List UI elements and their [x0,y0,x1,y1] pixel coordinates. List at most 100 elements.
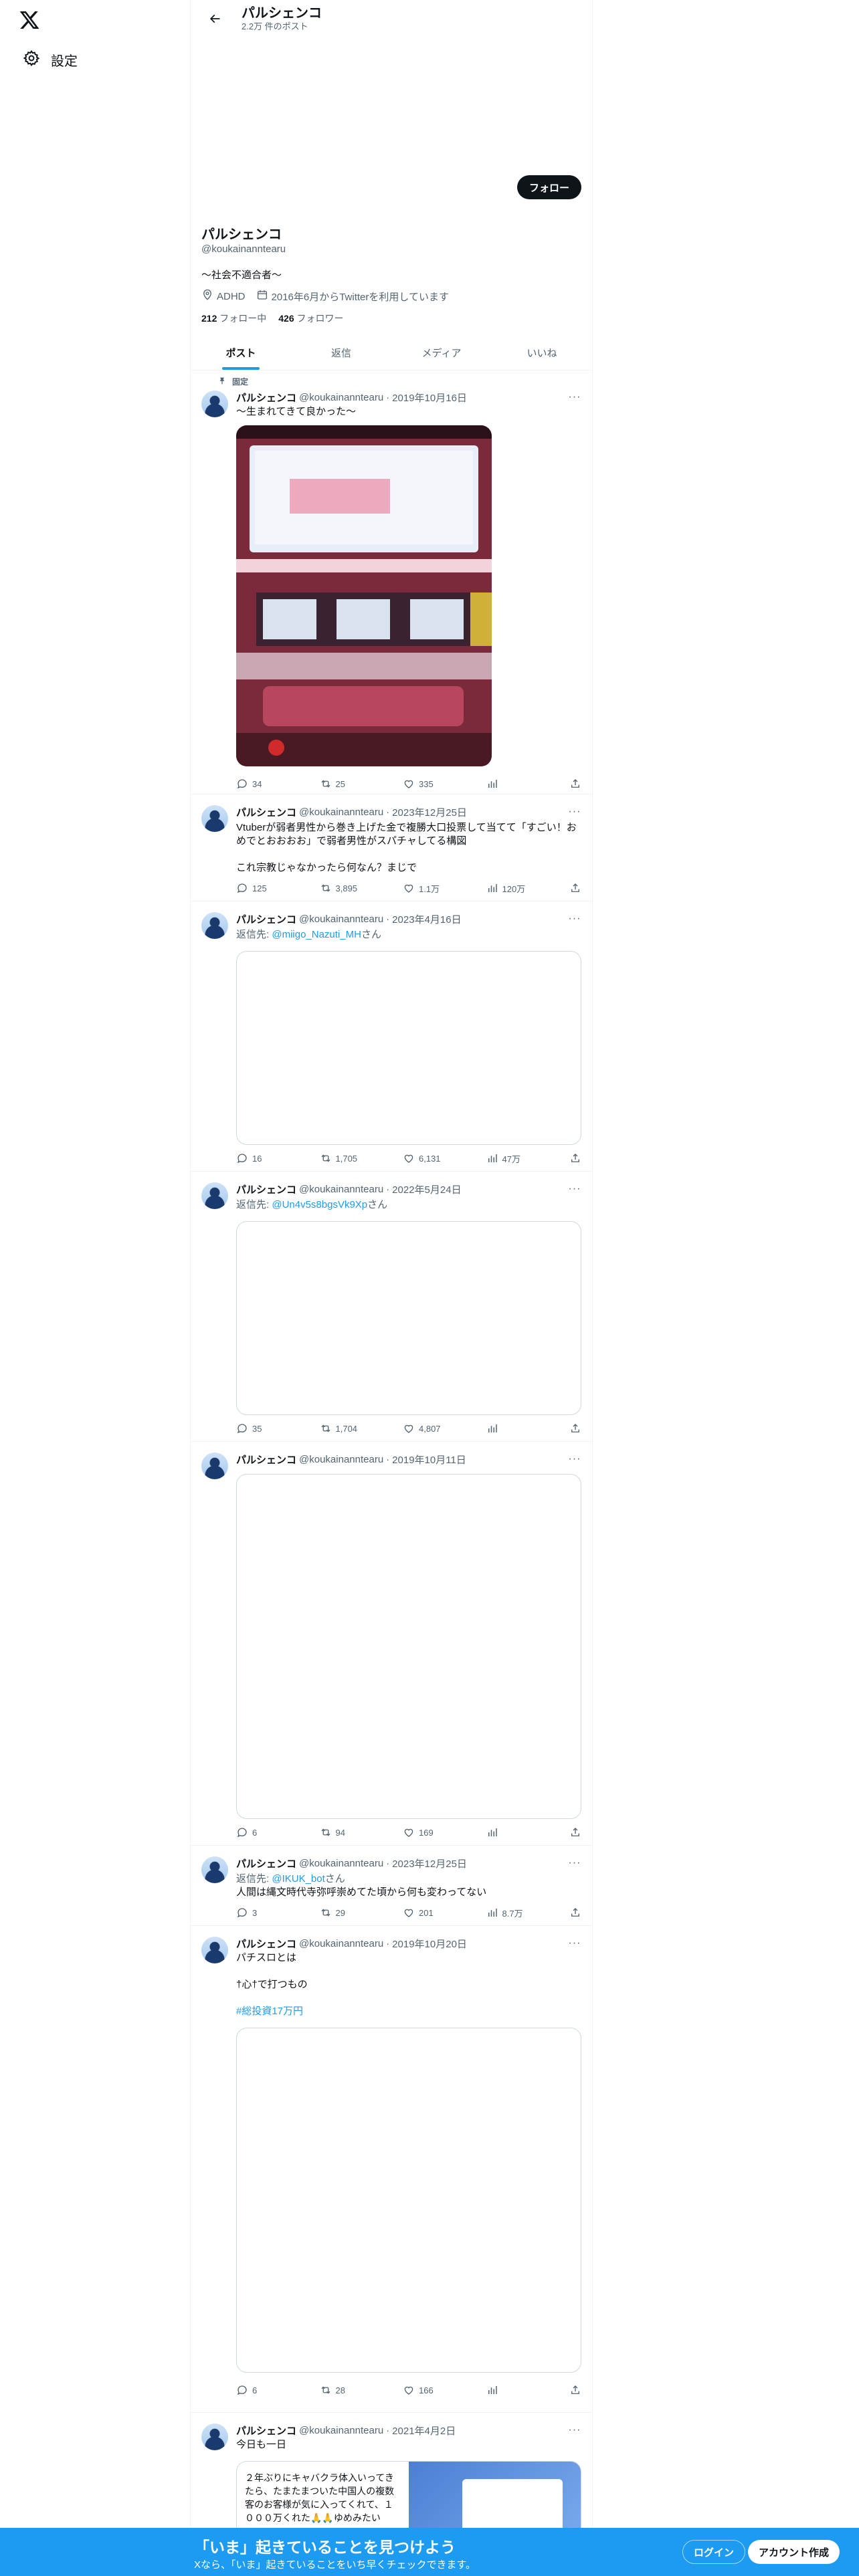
like-button[interactable]: 4,807 [403,1422,443,1434]
avatar[interactable] [201,1182,228,1209]
tab-likes[interactable]: いいね [492,336,592,370]
views-button[interactable] [486,778,527,790]
share-button[interactable] [569,1152,581,1164]
views-button[interactable] [486,1826,527,1838]
post-item[interactable]: パルシェンコ @koukainanntearu · 2022年5月24日 ···… [191,1172,592,1442]
reply-to-link[interactable]: @Un4v5s8bgsVk9Xp [272,1199,367,1210]
more-options-icon[interactable]: ··· [568,912,581,926]
login-button[interactable]: ログイン [682,2540,746,2564]
reply-button[interactable]: 16 [236,1152,276,1164]
more-options-icon[interactable]: ··· [568,391,581,404]
views-button[interactable]: 120万 [486,882,527,895]
repost-button[interactable]: 1,705 [320,1152,360,1164]
more-options-icon[interactable]: ··· [568,1453,581,1466]
avatar[interactable] [201,1937,228,1963]
like-button[interactable]: 335 [403,778,443,790]
repost-button[interactable]: 94 [320,1826,360,1838]
embedded-media-placeholder[interactable] [236,951,581,1145]
reply-button[interactable]: 3 [236,1907,276,1919]
reply-button[interactable]: 6 [236,2384,276,2396]
share-button[interactable] [569,1907,581,1919]
reply-to-link[interactable]: @miigo_Nazuti_MH [272,929,361,940]
more-options-icon[interactable]: ··· [568,1856,581,1870]
post-author-name[interactable]: パルシェンコ [236,391,296,405]
avatar[interactable] [201,391,228,417]
reply-button[interactable]: 35 [236,1422,276,1434]
like-button[interactable]: 166 [403,2384,443,2396]
tab-replies[interactable]: 返信 [291,336,391,370]
views-button[interactable] [486,2384,527,2396]
post-date[interactable]: 2022年5月24日 [392,1182,461,1196]
post-author-name[interactable]: パルシェンコ [236,1182,296,1196]
post-author-handle[interactable]: @koukainanntearu [299,392,383,403]
like-button[interactable]: 6,131 [403,1152,443,1164]
tab-media[interactable]: メディア [391,336,492,370]
back-arrow-icon[interactable] [203,7,227,31]
post-author-handle[interactable]: @koukainanntearu [299,2425,383,2436]
followers-link[interactable]: 426 フォロワー [278,312,343,325]
avatar[interactable] [201,1856,228,1883]
share-button[interactable] [569,778,581,790]
like-button[interactable]: 201 [403,1907,443,1919]
repost-button[interactable]: 3,895 [320,882,360,894]
embedded-media-placeholder[interactable] [236,2028,581,2373]
post-date[interactable]: 2023年12月25日 [392,1856,467,1870]
avatar[interactable] [201,912,228,939]
repost-button[interactable]: 25 [320,778,360,790]
views-button[interactable]: 8.7万 [486,1907,527,1919]
reply-button[interactable]: 6 [236,1826,276,1838]
more-options-icon[interactable]: ··· [568,2424,581,2437]
more-options-icon[interactable]: ··· [568,805,581,819]
settings-nav-item[interactable]: 設定 [15,44,86,76]
post-date[interactable]: 2019年10月20日 [392,1937,467,1951]
post-item[interactable]: パルシェンコ @koukainanntearu · 2023年4月16日 ···… [191,901,592,1172]
reply-button[interactable]: 125 [236,882,276,894]
more-options-icon[interactable]: ··· [568,1182,581,1196]
reply-button[interactable]: 34 [236,778,276,790]
post-author-handle[interactable]: @koukainanntearu [299,914,383,925]
post-date[interactable]: 2021年4月2日 [392,2424,456,2438]
signup-button[interactable]: アカウント作成 [748,2540,840,2564]
post-author-handle[interactable]: @koukainanntearu [299,1184,383,1195]
avatar[interactable] [201,805,228,832]
post-date[interactable]: 2023年12月25日 [392,805,467,819]
like-button[interactable]: 169 [403,1826,443,1838]
like-button[interactable]: 1.1万 [403,882,443,895]
avatar[interactable] [201,1453,228,1479]
share-button[interactable] [569,882,581,894]
repost-button[interactable]: 28 [320,2384,360,2396]
embedded-media-placeholder[interactable] [236,1221,581,1415]
post-item[interactable]: パルシェンコ @koukainanntearu · 2023年12月25日 ··… [191,1846,592,1926]
repost-button[interactable]: 1,704 [320,1422,360,1434]
following-link[interactable]: 212 フォロー中 [201,312,266,325]
repost-button[interactable]: 29 [320,1907,360,1919]
follow-button[interactable]: フォロー [516,175,581,199]
post-author-name[interactable]: パルシェンコ [236,912,296,926]
post-item[interactable]: パルシェンコ @koukainanntearu · 2023年12月25日 ··… [191,794,592,901]
post-item[interactable]: パルシェンコ @koukainanntearu · 2019年10月11日 ··… [191,1442,592,1846]
post-author-handle[interactable]: @koukainanntearu [299,1938,383,1949]
x-logo-icon[interactable] [19,9,40,31]
post-author-name[interactable]: パルシェンコ [236,805,296,819]
avatar[interactable] [201,2424,228,2450]
share-button[interactable] [569,1422,581,1434]
views-button[interactable] [486,1422,527,1434]
hashtag-link[interactable]: #総投資17万円 [236,2005,581,2018]
embedded-media-placeholder[interactable] [236,1474,581,1819]
post-image[interactable] [236,425,492,766]
post-author-name[interactable]: パルシェンコ [236,1937,296,1951]
post-date[interactable]: 2023年4月16日 [392,912,461,926]
views-button[interactable]: 47万 [486,1152,527,1165]
post-item[interactable]: パルシェンコ @koukainanntearu · 2019年10月20日 ··… [191,1926,592,2413]
post-author-handle[interactable]: @koukainanntearu [299,1454,383,1465]
share-button[interactable] [569,1826,581,1838]
post-date[interactable]: 2019年10月16日 [392,391,467,405]
more-options-icon[interactable]: ··· [568,1937,581,1950]
share-button[interactable] [569,2384,581,2396]
post-item[interactable]: 固定 パルシェンコ @koukainanntearu · 2019年10月16日… [191,370,592,794]
post-author-name[interactable]: パルシェンコ [236,1453,296,1467]
post-author-name[interactable]: パルシェンコ [236,2424,296,2438]
reply-to-link[interactable]: @IKUK_bot [272,1873,324,1885]
post-author-handle[interactable]: @koukainanntearu [299,1858,383,1869]
tab-posts[interactable]: ポスト [191,336,291,370]
